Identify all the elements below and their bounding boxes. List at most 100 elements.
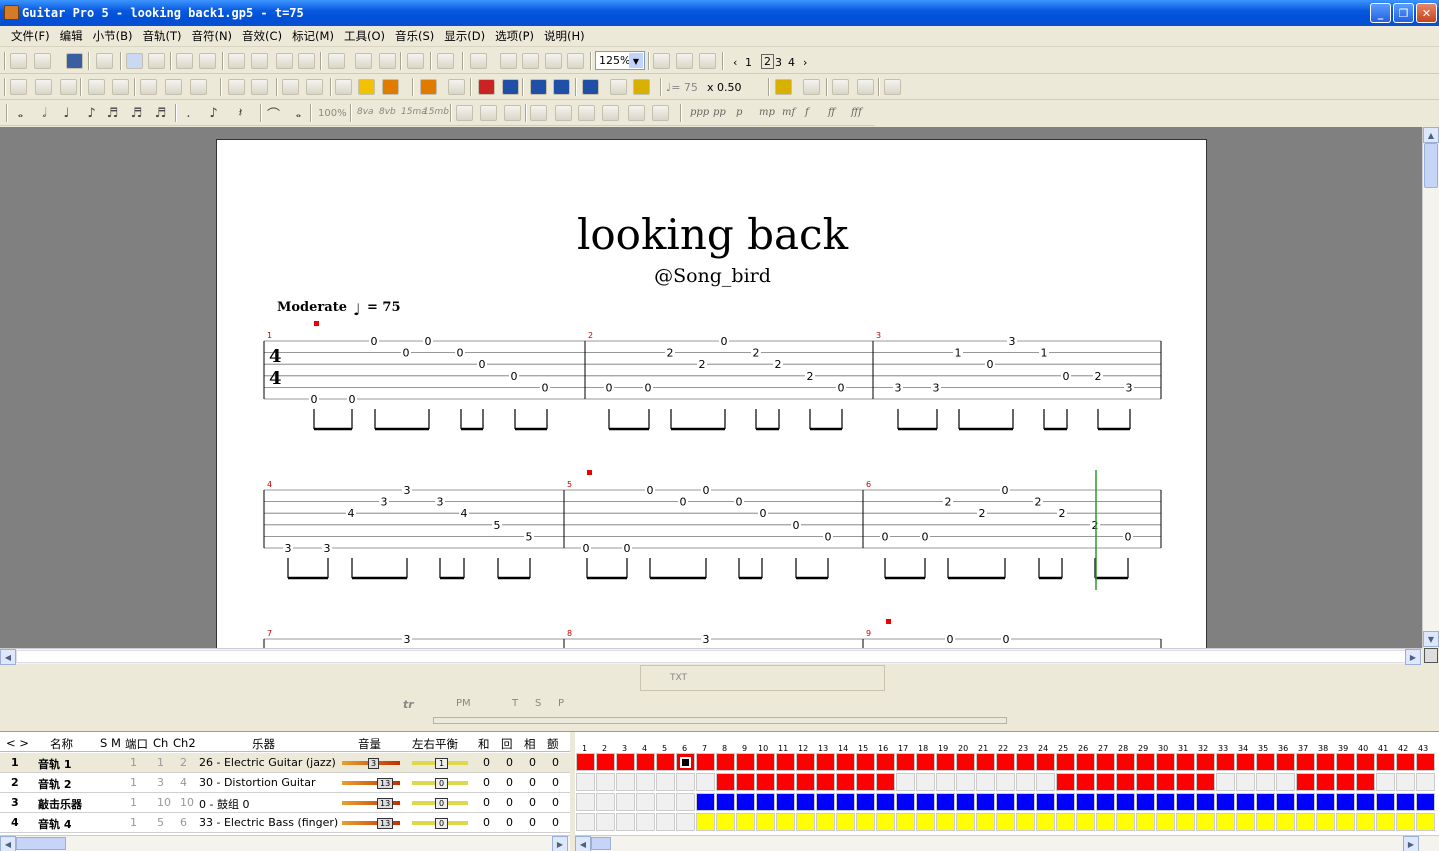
palm-mute-button[interactable]: PM — [456, 698, 471, 709]
track-row[interactable]: 2 音轨 2 1 3 4 30 - Distortion Guitar 13 0 0 0 0 0 — [0, 773, 570, 793]
main-tool-icon-12[interactable] — [328, 53, 345, 69]
measure-cell[interactable] — [1076, 813, 1095, 831]
duration-icon-4[interactable]: ♬ — [104, 105, 121, 121]
measure-cell[interactable] — [1036, 773, 1055, 791]
measure-cell[interactable] — [956, 813, 975, 831]
dynamic-pp[interactable]: pp — [713, 107, 726, 118]
measure-cell[interactable] — [1116, 793, 1135, 811]
duration-icon-3[interactable]: ♪ — [83, 105, 100, 121]
measure-cell[interactable] — [976, 773, 995, 791]
measure-cell[interactable] — [1036, 813, 1055, 831]
measure-cell[interactable] — [1296, 773, 1315, 791]
beam-tool-icon-1[interactable] — [480, 105, 497, 121]
measure-cell[interactable] — [716, 773, 735, 791]
scroll-thumb[interactable] — [1424, 143, 1438, 188]
measure-cell[interactable] — [656, 793, 675, 811]
play-tool-icon-17[interactable] — [478, 79, 495, 95]
nav-arrows[interactable]: < > — [6, 736, 29, 750]
measure-cell[interactable] — [756, 753, 775, 771]
play-tool-icon-5[interactable] — [140, 79, 157, 95]
menu-item-1[interactable]: 编辑 — [55, 28, 88, 44]
measure-cell[interactable] — [596, 753, 615, 771]
measure-cell[interactable] — [1156, 813, 1175, 831]
play-tool-icon-28[interactable] — [884, 79, 901, 95]
speed-select[interactable]: x 0.50 — [707, 81, 742, 94]
measure-cell[interactable] — [916, 813, 935, 831]
dynamic-ff[interactable]: ff — [828, 107, 835, 118]
main-tool-icon-17[interactable] — [470, 53, 487, 69]
scroll-thumb[interactable] — [591, 837, 611, 850]
main-tool-icon-1[interactable] — [34, 53, 51, 69]
measure-cell[interactable] — [576, 753, 595, 771]
measure-cell[interactable] — [1216, 753, 1235, 771]
main-tool-icon-8[interactable] — [228, 53, 245, 69]
measure-cell[interactable] — [1376, 813, 1395, 831]
measure-cell[interactable] — [736, 753, 755, 771]
main-tool-icon-10[interactable] — [276, 53, 293, 69]
measure-cell[interactable] — [756, 773, 775, 791]
measure-cell[interactable] — [1376, 793, 1395, 811]
measure-cell[interactable] — [1116, 813, 1135, 831]
measure-cell[interactable] — [1136, 793, 1155, 811]
play-tool-icon-24[interactable] — [775, 79, 792, 95]
beam-tool-icon-8[interactable] — [652, 105, 669, 121]
measure-cell[interactable] — [876, 753, 895, 771]
measure-cell[interactable] — [736, 813, 755, 831]
track-row[interactable]: 4 音轨 4 1 5 6 33 - Electric Bass (finger) 13 0 0 0… — [0, 813, 570, 833]
measure-cell[interactable] — [936, 793, 955, 811]
play-tool-icon-10[interactable] — [282, 79, 299, 95]
main-tool-icon-6[interactable] — [176, 53, 193, 69]
measure-cell[interactable] — [1396, 753, 1415, 771]
minimize-button[interactable]: _ — [1370, 3, 1391, 23]
measure-cell[interactable] — [1256, 773, 1275, 791]
measure-cell[interactable] — [1396, 813, 1415, 831]
play-tool-icon-1[interactable] — [35, 79, 52, 95]
maximize-button[interactable]: ❐ — [1393, 3, 1414, 23]
page-button-4[interactable]: 4 — [788, 56, 795, 69]
measure-cell[interactable] — [996, 753, 1015, 771]
menu-item-8[interactable]: 音乐(S) — [390, 28, 439, 44]
measure-cell[interactable] — [776, 813, 795, 831]
measure-cell[interactable] — [1416, 773, 1435, 791]
measure-cell[interactable] — [916, 793, 935, 811]
measure-cell[interactable] — [956, 773, 975, 791]
scroll-thumb-h[interactable] — [16, 650, 1406, 663]
measure-cell[interactable] — [1136, 773, 1155, 791]
splitter-handle[interactable] — [433, 717, 1007, 724]
measure-cell[interactable] — [676, 753, 695, 771]
measure-cell[interactable] — [1276, 773, 1295, 791]
measure-cell[interactable] — [816, 813, 835, 831]
beam-tool-icon-3[interactable] — [530, 105, 547, 121]
dynamic-mp[interactable]: mp — [759, 107, 775, 118]
duration-icon-1[interactable]: 𝅗𝅥 — [36, 105, 53, 121]
measure-cell[interactable] — [956, 753, 975, 771]
measure-cell[interactable] — [996, 773, 1015, 791]
track-row[interactable]: 3 敲击乐器 1 10 10 0 - 鼓组 0 13 0 0 0 0 0 — [0, 793, 570, 813]
measure-cell[interactable] — [876, 773, 895, 791]
play-tool-icon-11[interactable] — [306, 79, 323, 95]
duration-icon-9[interactable]: 𝄽 — [232, 105, 249, 121]
measure-cell[interactable] — [796, 753, 815, 771]
play-tool-icon-26[interactable] — [832, 79, 849, 95]
measure-cell[interactable] — [1236, 813, 1255, 831]
main-tool-icon-3[interactable] — [96, 53, 113, 69]
main-tool-icon-4[interactable] — [126, 53, 143, 69]
measure-cell[interactable] — [1316, 813, 1335, 831]
measure-cell[interactable] — [896, 793, 915, 811]
measure-cell[interactable] — [776, 793, 795, 811]
menu-item-7[interactable]: 工具(O) — [339, 28, 390, 44]
scroll-left-icon[interactable]: ◀ — [0, 836, 16, 851]
play-tool-icon-7[interactable] — [190, 79, 207, 95]
measure-cell[interactable] — [736, 793, 755, 811]
menu-item-3[interactable]: 音轨(T) — [137, 28, 186, 44]
play-tool-icon-19[interactable] — [530, 79, 547, 95]
measure-cell[interactable] — [616, 753, 635, 771]
measure-cell[interactable] — [1096, 773, 1115, 791]
measure-cell[interactable] — [756, 793, 775, 811]
menu-item-10[interactable]: 选项(P) — [490, 28, 539, 44]
slap-button[interactable]: S — [535, 698, 541, 709]
measure-cell[interactable] — [856, 813, 875, 831]
page-button-1[interactable]: 1 — [745, 56, 752, 69]
sequencer-hscroll[interactable]: ◀ ▶ — [575, 835, 1439, 851]
scroll-down-icon[interactable]: ▼ — [1423, 631, 1439, 647]
